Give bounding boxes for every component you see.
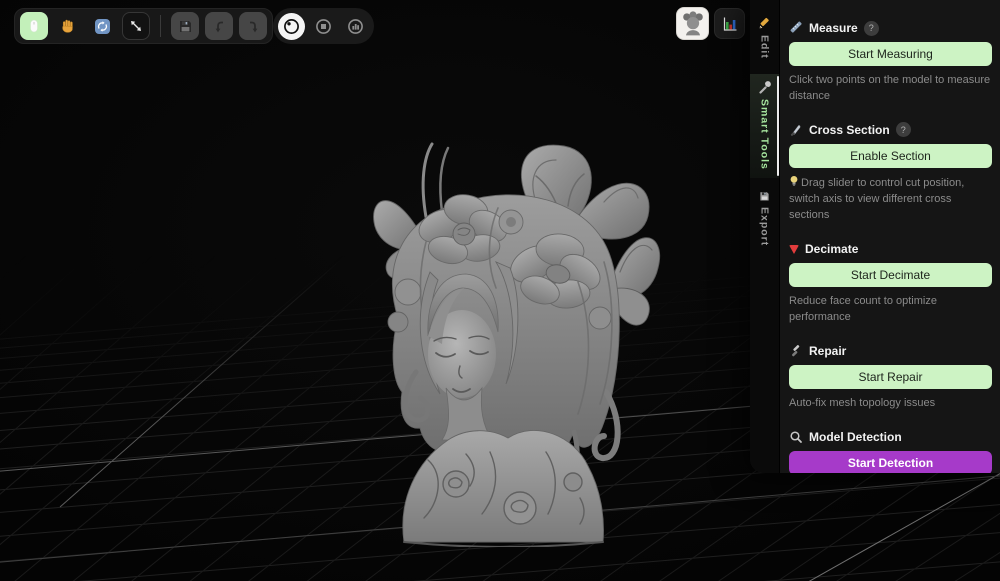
magnifier-icon xyxy=(789,430,803,444)
section-caption: Drag slider to control cut position, swi… xyxy=(789,175,992,224)
mouse-icon xyxy=(26,18,42,34)
toolbar-divider xyxy=(160,15,161,37)
pencil-icon xyxy=(758,17,771,30)
section-caption: Click two points on the model to measure… xyxy=(789,73,992,105)
select-tool-button[interactable] xyxy=(20,12,48,40)
red-triangle-down-icon xyxy=(789,245,799,254)
main-toolbar xyxy=(14,8,273,44)
tab-label: Edit xyxy=(759,35,771,59)
hand-icon xyxy=(60,18,76,34)
circle-bars-icon xyxy=(346,17,365,36)
section-measure: Measure ? Start Measuring Click two poin… xyxy=(789,20,992,105)
section-title: Repair xyxy=(809,344,846,358)
enable-section-button[interactable]: Enable Section xyxy=(789,144,992,168)
model-figure[interactable] xyxy=(368,122,663,547)
undo-button[interactable] xyxy=(205,12,233,40)
tab-label: Export xyxy=(759,207,771,246)
section-repair: Repair Start Repair Auto-fix mesh topolo… xyxy=(789,343,992,412)
redo-arrow-icon xyxy=(246,19,261,34)
section-title: Decimate xyxy=(805,242,858,256)
floppy-disk-icon xyxy=(178,19,193,34)
save-button[interactable] xyxy=(171,12,199,40)
model-thumbnail-button[interactable] xyxy=(676,7,709,40)
tab-export[interactable]: Export xyxy=(750,184,779,246)
scale-tool-button[interactable] xyxy=(122,12,150,40)
screwdriver-icon xyxy=(789,344,803,358)
start-detection-button[interactable]: Start Detection xyxy=(789,451,992,474)
section-caption: Auto-fix mesh topology issues xyxy=(789,396,992,412)
app-window: Edit Smart Tools Export xyxy=(0,0,1000,581)
circle-square-icon xyxy=(314,17,333,36)
rotate-arrows-icon xyxy=(94,18,111,35)
section-title: Cross Section xyxy=(809,123,890,137)
circle-dot-icon xyxy=(282,17,301,36)
section-model-detection: Model Detection Start Detection Check mo… xyxy=(789,429,992,474)
help-badge[interactable]: ? xyxy=(896,122,911,137)
undo-arrow-icon xyxy=(212,19,227,34)
section-title: Measure xyxy=(809,21,858,35)
diagonal-resize-icon xyxy=(129,19,143,33)
tab-smart-tools[interactable]: Smart Tools xyxy=(750,74,779,178)
help-badge[interactable]: ? xyxy=(864,21,879,36)
wrench-icon xyxy=(758,81,771,94)
redo-button[interactable] xyxy=(239,12,267,40)
right-panel: Edit Smart Tools Export xyxy=(750,0,1000,473)
view-mode-group xyxy=(273,8,374,44)
section-caption: Reduce face count to optimize performanc… xyxy=(789,294,992,326)
start-measuring-button[interactable]: Start Measuring xyxy=(789,42,992,66)
start-decimate-button[interactable]: Start Decimate xyxy=(789,263,992,287)
floppy-disk-icon xyxy=(758,191,771,202)
panel-content: Measure ? Start Measuring Click two poin… xyxy=(780,0,1000,473)
knife-icon xyxy=(789,123,803,137)
active-tab-indicator xyxy=(777,76,780,176)
tab-strip: Edit Smart Tools Export xyxy=(750,0,780,473)
tab-edit[interactable]: Edit xyxy=(750,10,779,68)
tab-label: Smart Tools xyxy=(759,99,771,170)
section-decimate: Decimate Start Decimate Reduce face coun… xyxy=(789,241,992,326)
ruler-icon xyxy=(789,21,803,35)
bust-preview-icon xyxy=(679,10,707,38)
start-repair-button[interactable]: Start Repair xyxy=(789,365,992,389)
stats-view-button[interactable] xyxy=(342,13,369,40)
solid-view-button[interactable] xyxy=(310,13,337,40)
pan-tool-button[interactable] xyxy=(54,12,82,40)
lightbulb-icon xyxy=(789,175,799,187)
bar-chart-icon xyxy=(721,15,739,33)
stats-button[interactable] xyxy=(714,8,745,39)
orbit-view-button[interactable] xyxy=(278,13,305,40)
section-title: Model Detection xyxy=(809,430,902,444)
section-cross-section: Cross Section ? Enable Section Drag slid… xyxy=(789,122,992,224)
rotate-tool-button[interactable] xyxy=(88,12,116,40)
